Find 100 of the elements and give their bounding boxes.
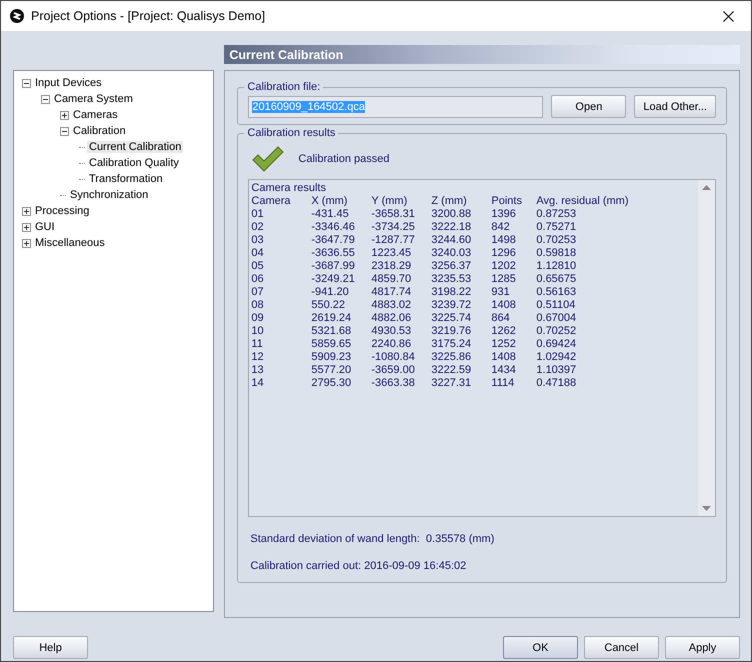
load-button[interactable]: Load Other... — [634, 95, 716, 118]
collapse-icon[interactable] — [22, 78, 31, 88]
table-cell-text: 5909.23 — [311, 351, 352, 364]
group-label: Calibration results — [246, 127, 336, 139]
tree-item[interactable]: Calibration — [71, 125, 128, 137]
expand-icon[interactable] — [22, 238, 31, 248]
table-cell-text: -941.20 — [311, 286, 350, 299]
table-cell-text: 4817.74 — [371, 286, 412, 299]
table-cell: 0.75271 — [536, 221, 576, 234]
table-cell-text: 1252 — [491, 338, 517, 351]
table-cell-text: -3346.46 — [311, 221, 356, 234]
tree-item[interactable]: Calibration Quality — [87, 157, 181, 169]
tree-item[interactable]: Processing — [33, 205, 92, 217]
table-cell: 0.69424 — [536, 338, 576, 351]
table-cell-text: 5321.68 — [311, 325, 352, 338]
tree-item[interactable]: Transformation — [87, 173, 165, 185]
table-cell-text: 1114 — [491, 377, 516, 390]
column-header: X (mm) — [311, 195, 348, 208]
table-cell-text: 1498 — [491, 234, 517, 247]
tree-item[interactable]: Camera System — [52, 93, 135, 105]
table-cell-text: -3734.25 — [371, 221, 416, 234]
table-cell-text: 01 — [251, 208, 265, 221]
table-cell-text: 3227.31 — [431, 377, 472, 390]
table-cell-text: 09 — [251, 312, 265, 325]
table-cell-text: 1262 — [491, 325, 517, 338]
table-cell-text: 864 — [491, 312, 511, 325]
tree-item[interactable]: Cameras — [71, 109, 120, 121]
table-cell-text: 4859.70 — [371, 273, 412, 286]
table-cell-text: 04 — [251, 247, 265, 260]
table-cell-text: 2795.30 — [311, 377, 352, 390]
apply-button[interactable]: Apply — [665, 636, 740, 659]
table-cell-text: 5577.20 — [311, 364, 352, 377]
table-cell-text: 5859.65 — [311, 338, 352, 351]
table-cell: 0.56163 — [536, 286, 576, 299]
table-cell-text: -3249.21 — [311, 273, 356, 286]
table-cell-text: -3663.38 — [371, 377, 416, 390]
table-cell: 0.47188 — [536, 377, 576, 390]
scroll-down-icon[interactable] — [702, 506, 711, 511]
table-cell-text: 3198.22 — [431, 286, 472, 299]
table-cell-text: 931 — [491, 286, 511, 299]
table-cell-text: 3175.24 — [431, 338, 472, 351]
table-cell-text: 1408 — [491, 351, 517, 364]
table-cell: 0.65675 — [536, 273, 576, 286]
tree-item[interactable]: Synchronization — [68, 189, 150, 201]
table-cell-text: 3239.72 — [431, 299, 472, 312]
expand-icon[interactable] — [60, 110, 69, 120]
tree-item[interactable]: Miscellaneous — [33, 237, 107, 249]
column-header: Z (mm) — [431, 195, 468, 208]
tree-item[interactable]: Current Calibration — [87, 141, 184, 153]
collapse-icon[interactable] — [41, 94, 50, 104]
table-cell: 0.59818 — [536, 247, 576, 260]
column-header: Camera — [251, 195, 292, 208]
table-cell: 0.70253 — [536, 234, 576, 247]
cancel-button[interactable]: Cancel — [584, 636, 659, 659]
table-cell: 0.70252 — [536, 325, 576, 338]
table-cell-text: 3256.37 — [431, 260, 472, 273]
tree-item[interactable]: GUI — [33, 221, 57, 233]
column-header: Points — [491, 195, 523, 208]
std-dev-text: Standard deviation of wand length: 0.35578 (mm) — [249, 533, 496, 545]
table-cell: 1.10397 — [536, 364, 576, 377]
table-cell-text: 02 — [251, 221, 265, 234]
table-cell-text: -431.45 — [311, 208, 350, 221]
table-cell-text: 14 — [251, 377, 265, 390]
page-title: Current Calibration — [224, 45, 740, 64]
ok-button[interactable]: OK — [503, 636, 578, 659]
tree-item[interactable]: Input Devices — [33, 77, 104, 89]
status-text: Calibration passed — [298, 153, 390, 165]
scroll-up-icon[interactable] — [702, 185, 711, 190]
table-cell-text: 3222.18 — [431, 221, 472, 234]
table-cell-text: 3244.60 — [431, 234, 472, 247]
calibration-date-text: Calibration carried out: 2016-09-09 16:45:02 — [249, 560, 468, 572]
table-cell-text: 1223.45 — [371, 247, 412, 260]
help-button[interactable]: Help — [13, 636, 88, 659]
table-cell-text: 05 — [251, 260, 265, 273]
table-cell: 0.51104 — [536, 299, 576, 312]
check-icon — [252, 146, 284, 172]
table-cell-text: 4882.06 — [371, 312, 412, 325]
table-cell-text: -1080.84 — [371, 351, 416, 364]
table-cell-text: 11 — [251, 338, 264, 351]
expand-icon[interactable] — [22, 206, 31, 216]
expand-icon[interactable] — [22, 222, 31, 232]
collapse-icon[interactable] — [60, 126, 69, 136]
table-cell-text: 03 — [251, 234, 265, 247]
app-logo-icon — [10, 9, 24, 23]
table-cell-text: 1285 — [491, 273, 517, 286]
table-cell: 1.12810 — [536, 260, 576, 273]
list-title: Camera results — [251, 182, 326, 195]
close-icon[interactable] — [722, 10, 734, 22]
table-cell-text: 1296 — [491, 247, 517, 260]
table-cell-text: 13 — [251, 364, 265, 377]
table-cell-text: -3647.79 — [311, 234, 356, 247]
table-cell-text: 06 — [251, 273, 265, 286]
table-cell-text: 3219.76 — [431, 325, 472, 338]
table-cell-text: 2318.29 — [371, 260, 412, 273]
table-cell-text: 4883.02 — [371, 299, 412, 312]
table-cell-text: 4930.53 — [371, 325, 412, 338]
open-button[interactable]: Open — [551, 95, 626, 118]
table-cell-text: 1202 — [491, 260, 517, 273]
table-cell: 1.02942 — [536, 351, 576, 364]
table-cell-text: 3222.59 — [431, 364, 472, 377]
